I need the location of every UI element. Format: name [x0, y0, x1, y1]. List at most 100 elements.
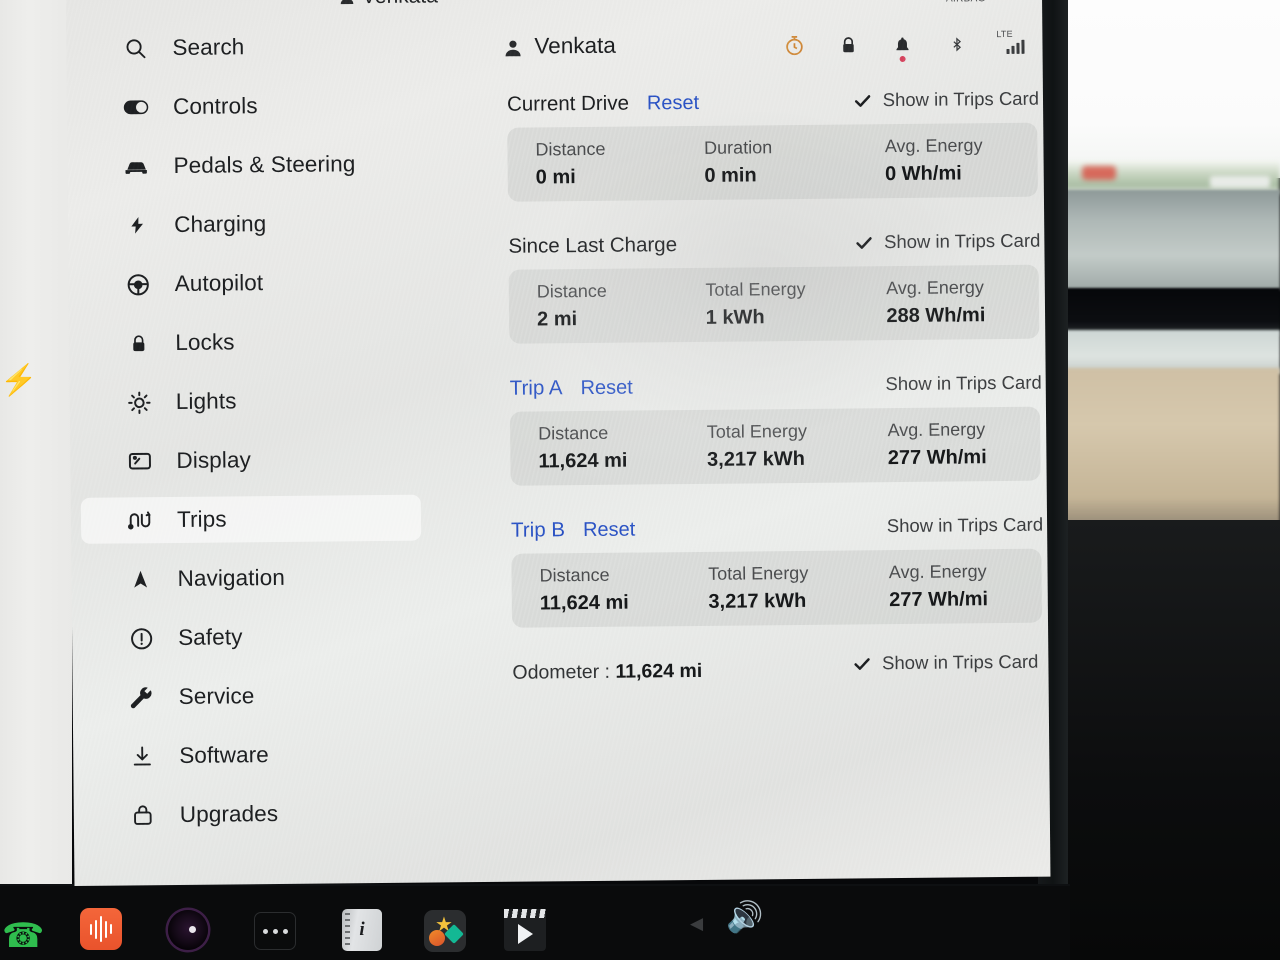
toybox-icon[interactable]: ★ [424, 910, 466, 952]
navigation-icon [127, 566, 153, 592]
volume-icon[interactable]: 🔊 [726, 900, 763, 935]
film-strip [504, 909, 546, 918]
media-icon[interactable] [504, 909, 546, 951]
show-in-trips-card-toggle[interactable]: Show in Trips Card [854, 230, 1040, 254]
reset-button[interactable]: Reset [647, 91, 699, 115]
bell-icon[interactable] [890, 32, 914, 63]
metric: Distance 0 mi [507, 126, 688, 202]
sidebar-item-autopilot[interactable]: Autopilot [79, 259, 419, 308]
show-in-trips-card-label: Show in Trips Card [883, 229, 1041, 253]
phone-icon[interactable]: ☎ [2, 916, 44, 956]
sidebar-item-pedals-steering[interactable]: Pedals & Steering [77, 141, 417, 190]
metric-value: 277 Wh/mi [889, 588, 989, 612]
sidebar-item-trips[interactable]: Trips [80, 494, 422, 544]
trip-section: Since Last Charge Show in Trips Card Dista… [442, 225, 1045, 345]
sun-icon [126, 389, 152, 415]
metric-label: Distance [539, 564, 610, 586]
metric: Distance 11,624 mi [510, 410, 691, 486]
timer-icon[interactable] [782, 33, 806, 59]
sidebar-item-charging[interactable]: Charging [78, 200, 418, 249]
show-in-trips-card-label: Show in Trips Card [882, 650, 1039, 674]
lock-icon [125, 330, 151, 356]
bluetooth-icon[interactable] [944, 31, 968, 57]
sidebar-item-navigation[interactable]: Navigation [81, 554, 421, 603]
sidebar-item-locks[interactable]: Locks [79, 318, 419, 367]
sidebar-item-safety[interactable]: Safety [82, 613, 422, 662]
passenger-airbag-label: PASSENGER AIRBAG [946, 0, 1010, 5]
metric: Total Energy 3,217 kWh [691, 408, 860, 484]
metric-label: Total Energy [705, 278, 806, 300]
wrench-icon [129, 684, 155, 710]
metric: Avg. Energy 277 Wh/mi [861, 549, 1042, 625]
metric-label: Avg. Energy [887, 419, 986, 441]
show-in-trips-card-label: Show in Trips Card [885, 371, 1042, 395]
steering-icon [125, 271, 151, 297]
play-icon [518, 924, 533, 944]
cabin-lower-dark [1062, 520, 1280, 960]
signal-bars [1006, 39, 1025, 54]
profile-name[interactable]: Venkata [534, 33, 616, 60]
airbag-warning-icon [862, 0, 878, 3]
sidebar-item-search[interactable]: Search [76, 23, 416, 72]
settings-sidebar[interactable]: Search Controls Pedals & Steering Charging A… [66, 23, 434, 886]
section-header: Trip A Reset Show in Trips Card [444, 367, 1046, 407]
sidebar-item-controls[interactable]: Controls [77, 82, 417, 131]
show-in-trips-card-toggle[interactable]: Show in Trips Card [855, 372, 1041, 396]
metric-value: 11,624 mi [538, 449, 628, 473]
sidebar-item-software[interactable]: Software [83, 731, 423, 780]
camera-icon[interactable] [168, 910, 208, 950]
show-in-trips-card-toggle[interactable]: Show in Trips Card [853, 88, 1039, 112]
odometer-value: 11,624 mi [615, 659, 703, 683]
alert-circle-icon [128, 625, 154, 651]
sidebar-item-upgrades[interactable]: Upgrades [84, 790, 424, 839]
dashboard-top [1062, 190, 1280, 290]
chevron-left-icon[interactable]: ◀ [690, 914, 703, 934]
metrics-card: Distance 11,624 mi Total Energy 3,217 kWh Av… [509, 406, 1041, 486]
lte-label: LTE [996, 28, 1013, 40]
manual-icon[interactable]: i [342, 909, 382, 951]
metric-label: Avg. Energy [884, 135, 983, 157]
metric: Avg. Energy 277 Wh/mi [859, 407, 1040, 483]
metrics-card: Distance 11,624 mi Total Energy 3,217 kWh Av… [511, 548, 1043, 628]
window-sky [1062, 0, 1280, 178]
checkmark-icon [853, 91, 872, 110]
show-in-trips-card-toggle[interactable]: Show in Trips Card [857, 514, 1043, 538]
sidebar-item-label: Charging [174, 211, 267, 237]
sidebar-item-lights[interactable]: Lights [80, 377, 420, 426]
checkmark-icon [854, 233, 873, 252]
airbag-line-2: AIRBAG [946, 0, 1010, 5]
window-red-car [1082, 166, 1116, 180]
sidebar-item-label: Service [178, 683, 255, 709]
odometer-show-in-trips-card[interactable]: Show in Trips Card [852, 651, 1038, 675]
section-title[interactable]: Trip A [510, 376, 563, 401]
more-dots-icon[interactable] [254, 912, 296, 950]
search-icon [122, 35, 148, 61]
metric-label: Total Energy [708, 562, 809, 584]
metric-value: 0 min [704, 164, 757, 187]
reset-button[interactable]: Reset [580, 376, 632, 400]
metric-label: Distance [536, 280, 607, 302]
top-driver-name: Venkata [362, 0, 438, 9]
section-title[interactable]: Trip B [511, 518, 565, 543]
metric-label: Duration [704, 137, 773, 158]
bell-badge [899, 55, 906, 63]
metric-value: 0 mi [535, 166, 576, 189]
sidebar-item-display[interactable]: Display [80, 436, 420, 485]
cabin-left-surface [0, 0, 72, 890]
audio-icon[interactable] [80, 908, 122, 950]
sidebar-item-label: Autopilot [174, 270, 264, 296]
display-icon [126, 448, 152, 474]
toggle-icon [123, 94, 149, 120]
metric-value: 288 Wh/mi [886, 304, 986, 328]
odometer-row: Odometer : 11,624 mi Show in Trips Card [512, 651, 1042, 702]
reset-button[interactable]: Reset [583, 518, 635, 542]
checkmark-icon [852, 654, 871, 673]
metric: Distance 2 mi [509, 268, 690, 344]
sidebar-item-service[interactable]: Service [82, 672, 422, 721]
lock-icon[interactable] [836, 32, 860, 58]
metric: Duration 0 min [688, 124, 857, 200]
section-title: Since Last Charge [508, 233, 678, 258]
metric: Total Energy 3,217 kWh [692, 550, 861, 626]
sidebar-item-label: Safety [178, 624, 243, 650]
profile-icon[interactable] [502, 38, 523, 64]
